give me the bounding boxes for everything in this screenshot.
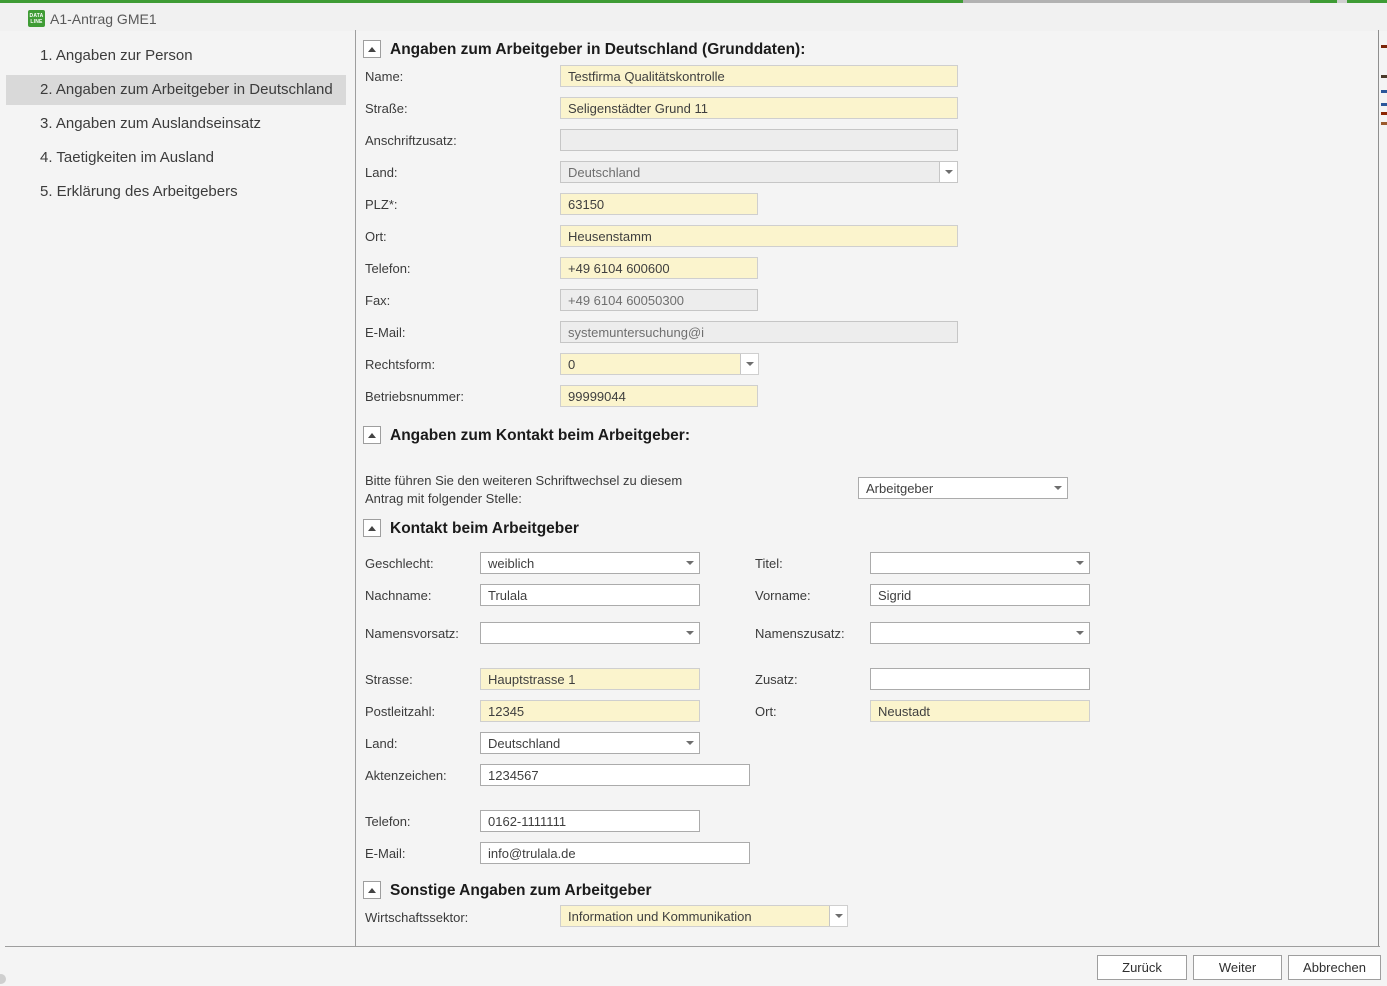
namenszusatz-select[interactable] [870, 622, 1090, 644]
sidebar-item-step4[interactable]: 4. Taetigkeiten im Ausland [6, 143, 346, 173]
chevron-down-icon[interactable] [829, 906, 847, 926]
ort2-input[interactable] [870, 700, 1090, 722]
namenszusatz-label: Namenszusatz: [755, 626, 845, 641]
chevron-down-icon [939, 162, 957, 182]
section-title-grunddaten: Angaben zum Arbeitgeber in Deutschland (… [390, 41, 805, 59]
telefon-label: Telefon: [365, 261, 411, 276]
plz-input[interactable] [560, 193, 758, 215]
chevron-up-icon [368, 47, 376, 52]
stelle-select[interactable]: Arbeitgeber [858, 477, 1068, 499]
betriebsnummer-label: Betriebsnummer: [365, 389, 464, 404]
plz-label: PLZ*: [365, 197, 398, 212]
right-window-border [1378, 30, 1379, 946]
section-collapse-button[interactable] [363, 426, 381, 444]
sidebar-divider [355, 30, 356, 946]
telefon-input[interactable] [560, 257, 758, 279]
anschriftzusatz-input [560, 129, 958, 151]
titel-label: Titel: [755, 556, 783, 571]
back-button[interactable]: Zurück [1097, 955, 1187, 980]
wirtschaftssektor-label: Wirtschaftssektor: [365, 910, 468, 925]
ort-label: Ort: [365, 229, 387, 244]
name-input[interactable] [560, 65, 958, 87]
telefon2-input[interactable] [480, 810, 700, 832]
chevron-up-icon [368, 888, 376, 893]
name-label: Name: [365, 69, 403, 84]
footer-divider [5, 946, 1380, 947]
sidebar-item-step2[interactable]: 2. Angaben zum Arbeitgeber in Deutschlan… [6, 75, 346, 105]
namensvorsatz-label: Namensvorsatz: [365, 626, 459, 641]
rechtsform-label: Rechtsform: [365, 357, 435, 372]
land2-select[interactable]: Deutschland [480, 732, 700, 754]
postleitzahl-input[interactable] [480, 700, 700, 722]
chevron-down-icon[interactable] [1049, 478, 1067, 498]
schriftwechsel-note-line1: Bitte führen Sie den weiteren Schriftwec… [365, 473, 682, 488]
wirtschaftssektor-select[interactable]: Information und Kommunikation [560, 905, 848, 927]
background-window-corner [0, 974, 6, 984]
chevron-up-icon [368, 433, 376, 438]
sidebar-item-step3[interactable]: 3. Angaben zum Auslandseinsatz [6, 109, 346, 139]
titlebar: DATA LINE A1-Antrag GME1 [0, 3, 1387, 31]
titel-select[interactable] [870, 552, 1090, 574]
namensvorsatz-select[interactable] [480, 622, 700, 644]
cancel-button[interactable]: Abbrechen [1288, 955, 1381, 980]
nachname-label: Nachname: [365, 588, 431, 603]
betriebsnummer-input[interactable] [560, 385, 758, 407]
land-label: Land: [365, 165, 398, 180]
postleitzahl-label: Postleitzahl: [365, 704, 435, 719]
fax-label: Fax: [365, 293, 390, 308]
a1-antrag-dialog: DATA LINE A1-Antrag GME1 1. Angaben zur … [0, 0, 1387, 986]
section-collapse-button[interactable] [363, 40, 381, 58]
chevron-down-icon[interactable] [681, 733, 699, 753]
dataline-logo-icon: DATA LINE [28, 10, 45, 27]
next-button[interactable]: Weiter [1193, 955, 1282, 980]
section-title-kontakt: Kontakt beim Arbeitgeber [390, 520, 579, 538]
section-collapse-button[interactable] [363, 881, 381, 899]
background-window-sliver [1381, 45, 1387, 48]
email2-input[interactable] [480, 842, 750, 864]
telefon2-label: Telefon: [365, 814, 411, 829]
strasse2-input[interactable] [480, 668, 700, 690]
background-window-sliver [1381, 103, 1387, 106]
vorname-label: Vorname: [755, 588, 811, 603]
chevron-down-icon[interactable] [1071, 623, 1089, 643]
geschlecht-select[interactable]: weiblich [480, 552, 700, 574]
background-window-sliver [1381, 90, 1387, 93]
chevron-down-icon[interactable] [681, 623, 699, 643]
background-window-sliver [1381, 122, 1387, 125]
sidebar-item-step1[interactable]: 1. Angaben zur Person [6, 41, 346, 71]
section-title-sonstige: Sonstige Angaben zum Arbeitgeber [390, 882, 652, 900]
sidebar-item-step5[interactable]: 5. Erklärung des Arbeitgebers [6, 177, 346, 207]
chevron-down-icon[interactable] [681, 553, 699, 573]
ort-input[interactable] [560, 225, 958, 247]
schriftwechsel-note-line2: Antrag mit folgender Stelle: [365, 491, 522, 506]
background-window-sliver [1381, 112, 1387, 115]
geschlecht-label: Geschlecht: [365, 556, 434, 571]
strasse-input[interactable] [560, 97, 958, 119]
ort2-label: Ort: [755, 704, 777, 719]
aktenzeichen-label: Aktenzeichen: [365, 768, 447, 783]
window-title: A1-Antrag GME1 [50, 11, 157, 27]
chevron-up-icon [368, 526, 376, 531]
email-input [560, 321, 958, 343]
land-select: Deutschland [560, 161, 958, 183]
chevron-down-icon[interactable] [740, 354, 758, 374]
section-collapse-button[interactable] [363, 519, 381, 537]
anschriftzusatz-label: Anschriftzusatz: [365, 133, 457, 148]
strasse-label: Straße: [365, 101, 408, 116]
vorname-input[interactable] [870, 584, 1090, 606]
zusatz-input[interactable] [870, 668, 1090, 690]
zusatz-label: Zusatz: [755, 672, 798, 687]
rechtsform-select[interactable]: 0 [560, 353, 759, 375]
email-label: E-Mail: [365, 325, 405, 340]
land2-label: Land: [365, 736, 398, 751]
section-title-kontakt-info: Angaben zum Kontakt beim Arbeitgeber: [390, 427, 690, 445]
strasse2-label: Strasse: [365, 672, 413, 687]
nachname-input[interactable] [480, 584, 700, 606]
chevron-down-icon[interactable] [1071, 553, 1089, 573]
background-window-sliver [1381, 75, 1387, 78]
email2-label: E-Mail: [365, 846, 405, 861]
fax-input [560, 289, 758, 311]
aktenzeichen-input[interactable] [480, 764, 750, 786]
